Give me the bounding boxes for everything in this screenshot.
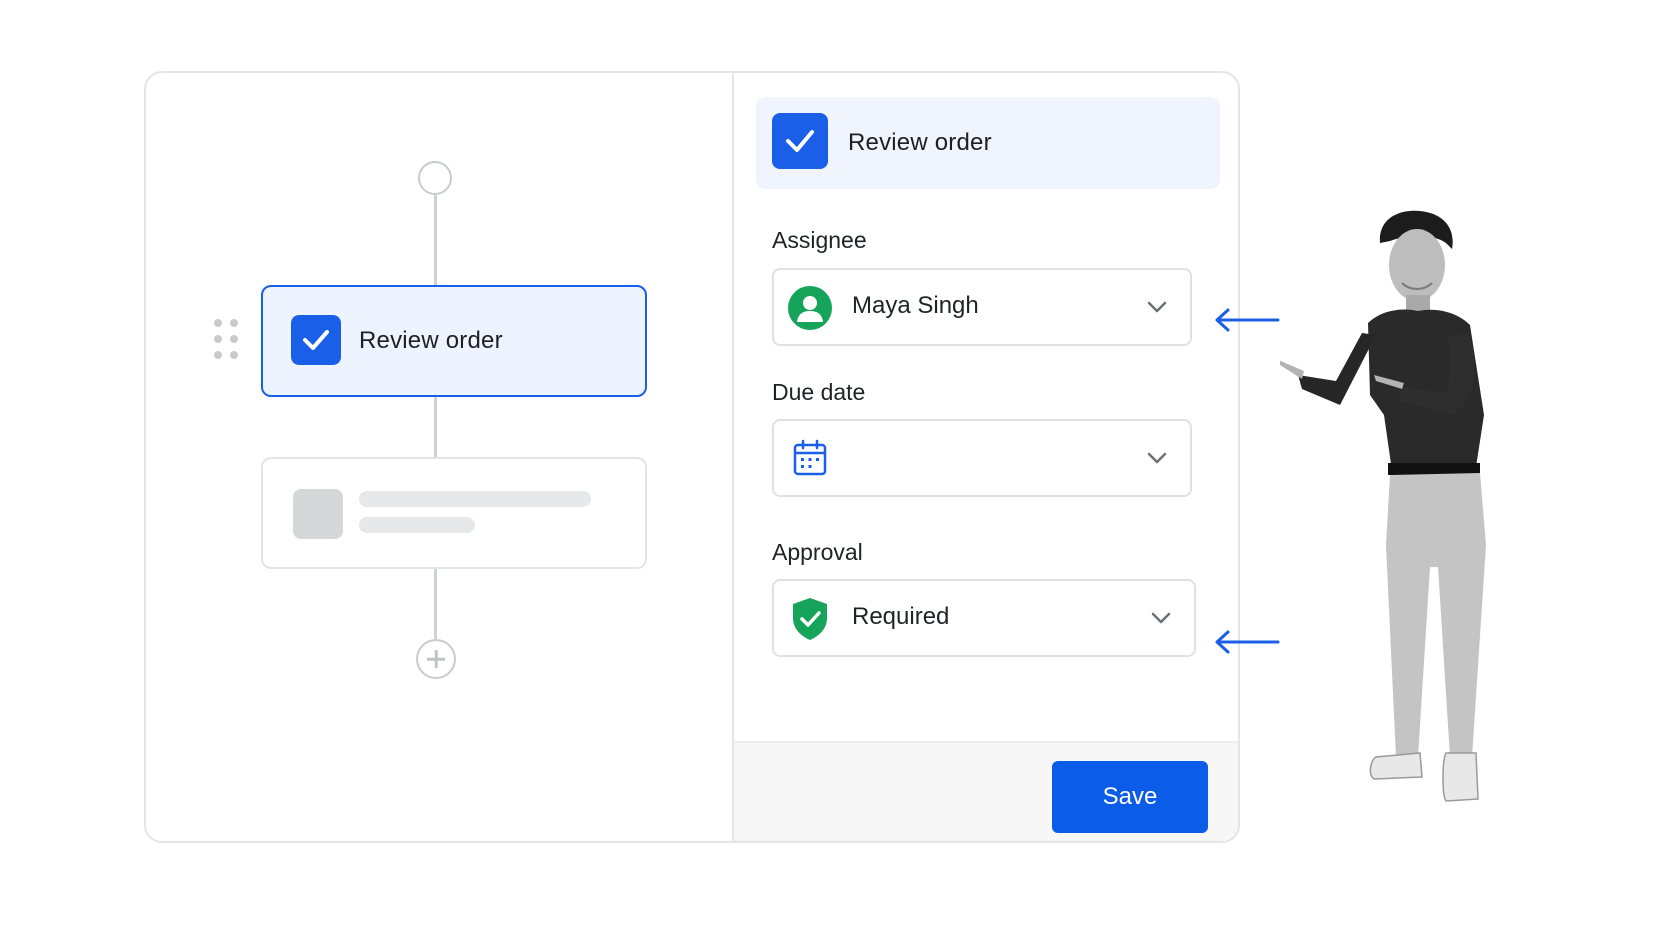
approval-label: Approval — [772, 539, 863, 565]
workflow-editor-window: Review order Review order Assignee Maya … — [144, 71, 1240, 843]
step-card-review-order[interactable]: Review order — [261, 285, 647, 397]
step-card-placeholder[interactable] — [261, 457, 647, 569]
check-icon — [772, 113, 828, 169]
panel-header: Review order — [756, 97, 1220, 189]
connector-line — [434, 397, 437, 457]
save-button[interactable]: Save — [1052, 761, 1208, 833]
assignee-select[interactable]: Maya Singh — [772, 268, 1192, 346]
step-title: Review order — [359, 327, 503, 354]
assignee-label: Assignee — [772, 227, 867, 253]
panel-divider — [732, 73, 734, 841]
panel-title: Review order — [848, 129, 992, 156]
approval-select[interactable]: Required — [772, 579, 1196, 657]
placeholder-line — [359, 517, 475, 533]
due-date-label: Due date — [772, 379, 866, 405]
check-icon — [291, 315, 341, 365]
drag-handle-icon[interactable] — [214, 319, 242, 365]
connector-line — [434, 195, 437, 285]
placeholder-line — [359, 491, 591, 507]
chevron-down-icon — [1151, 612, 1171, 624]
chevron-down-icon — [1147, 452, 1167, 464]
assignee-value: Maya Singh — [852, 292, 979, 319]
connector-line — [434, 569, 437, 639]
arrow-left-icon — [1215, 308, 1280, 332]
shield-check-icon — [793, 598, 827, 640]
add-step-plus-icon[interactable] — [416, 639, 456, 679]
due-date-select[interactable] — [772, 419, 1192, 497]
start-node[interactable] — [418, 161, 452, 195]
user-avatar-icon — [788, 286, 832, 330]
presenter-person-image — [1280, 210, 1486, 802]
arrow-left-icon — [1215, 630, 1280, 654]
panel-footer: Save — [734, 741, 1238, 841]
chevron-down-icon — [1147, 301, 1167, 313]
calendar-icon — [793, 439, 827, 476]
approval-value: Required — [852, 603, 950, 630]
placeholder-thumbnail — [293, 489, 343, 539]
